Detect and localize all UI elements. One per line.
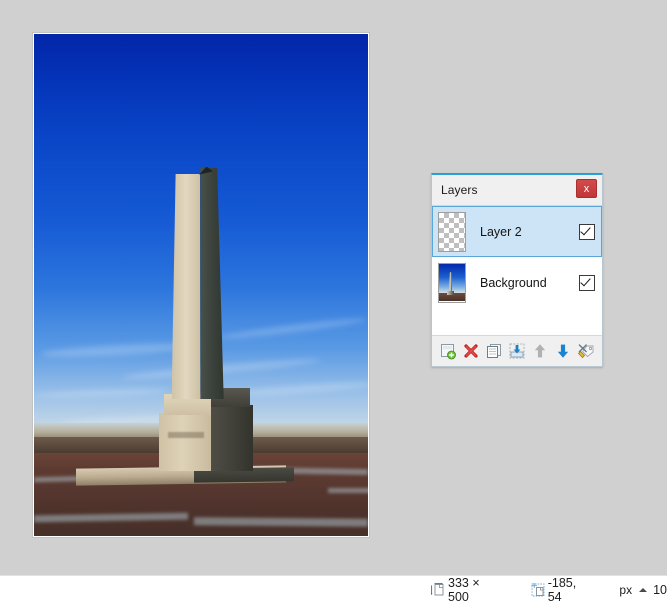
layer-thumbnail-transparent [438, 211, 466, 252]
add-layer-button[interactable] [437, 340, 459, 362]
layers-toolbar [432, 335, 602, 366]
image-size-value: 333 × 500 [448, 575, 480, 603]
cursor-position-group: -185, 54 [530, 576, 594, 603]
layer-row-background[interactable]: Background [432, 257, 602, 308]
status-bar: 333 × 500 -185, 54 px 10 [0, 575, 667, 603]
move-layer-up-button[interactable] [529, 340, 551, 362]
image-size-group: 333 × 500 [430, 576, 504, 603]
cursor-position-value: -185, 54 [547, 575, 577, 603]
wet-reflection [327, 487, 368, 493]
close-icon[interactable]: x [576, 179, 597, 198]
unit-group[interactable]: px 10 [619, 576, 667, 603]
merge-layer-down-button[interactable] [506, 340, 528, 362]
image-frame [33, 33, 369, 537]
layer-properties-button[interactable] [575, 340, 597, 362]
layer-list[interactable]: Layer 2 Background [432, 206, 602, 336]
obelisk-inscription [167, 431, 205, 438]
delete-layer-button[interactable] [460, 340, 482, 362]
layer-properties-icon [577, 344, 594, 359]
unit-value: px [619, 582, 633, 597]
image-canvas[interactable] [34, 34, 368, 536]
duplicate-layer-icon [487, 344, 501, 358]
arrow-down-icon [557, 344, 569, 358]
obelisk-base-lit [159, 413, 212, 472]
layers-panel-title-bar: Layers x [432, 175, 602, 206]
layer-thumbnail-photo [438, 262, 466, 303]
zoom-value: 10 [653, 582, 667, 597]
layer-visibility-checkbox[interactable] [579, 274, 595, 291]
image-size-icon [430, 582, 446, 598]
layer-visibility-checkbox[interactable] [579, 223, 595, 240]
cursor-position-icon [530, 582, 546, 598]
delete-layer-icon [464, 344, 478, 358]
panel-title: Layers [441, 183, 478, 197]
obelisk-shaft-lit [171, 173, 201, 400]
arrow-up-icon [534, 344, 546, 358]
duplicate-layer-button[interactable] [483, 340, 505, 362]
layer-row-layer-2[interactable]: Layer 2 [432, 206, 602, 257]
wet-reflection [194, 517, 368, 527]
obelisk-base-shadow [211, 405, 253, 471]
move-layer-down-button[interactable] [552, 340, 574, 362]
layer-name-label: Layer 2 [480, 224, 522, 239]
layer-name-label: Background [480, 275, 547, 290]
app-window: Layers x Layer 2 Background 333 × 500 -1… [0, 0, 667, 603]
layers-panel[interactable]: Layers x Layer 2 Background [431, 173, 603, 367]
unit-spinner-up-icon[interactable] [639, 587, 648, 592]
merge-layer-down-icon [509, 343, 525, 359]
add-layer-icon [441, 344, 456, 360]
